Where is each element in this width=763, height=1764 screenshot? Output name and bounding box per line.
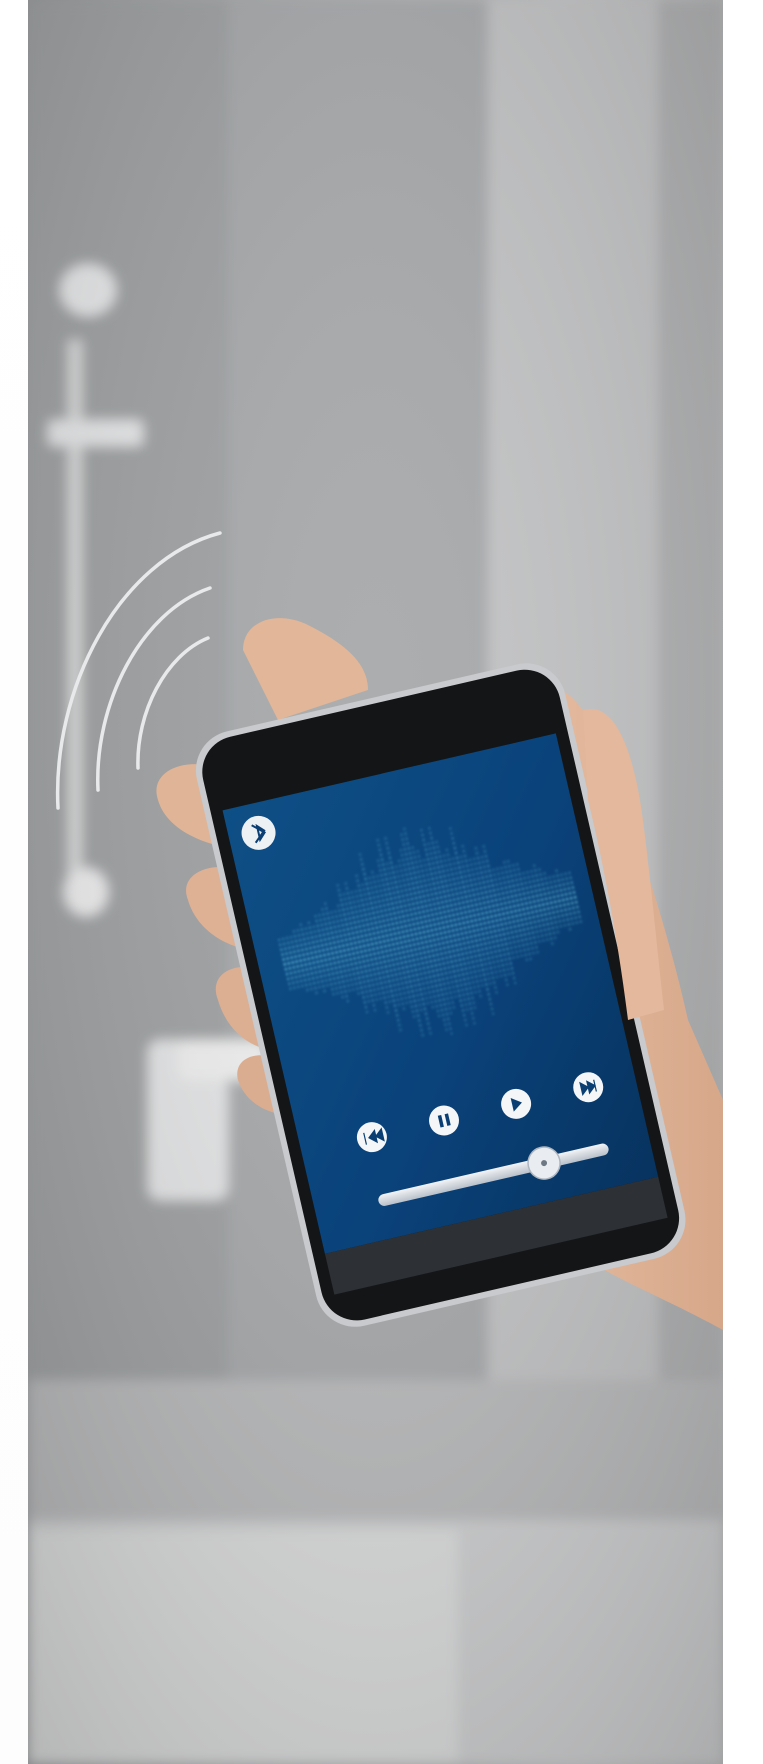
page: [0, 0, 763, 1764]
bathroom-photo: [28, 0, 723, 1764]
photo-canvas: [28, 0, 723, 1764]
left-margin: [0, 0, 28, 1764]
right-margin: [723, 0, 763, 1764]
